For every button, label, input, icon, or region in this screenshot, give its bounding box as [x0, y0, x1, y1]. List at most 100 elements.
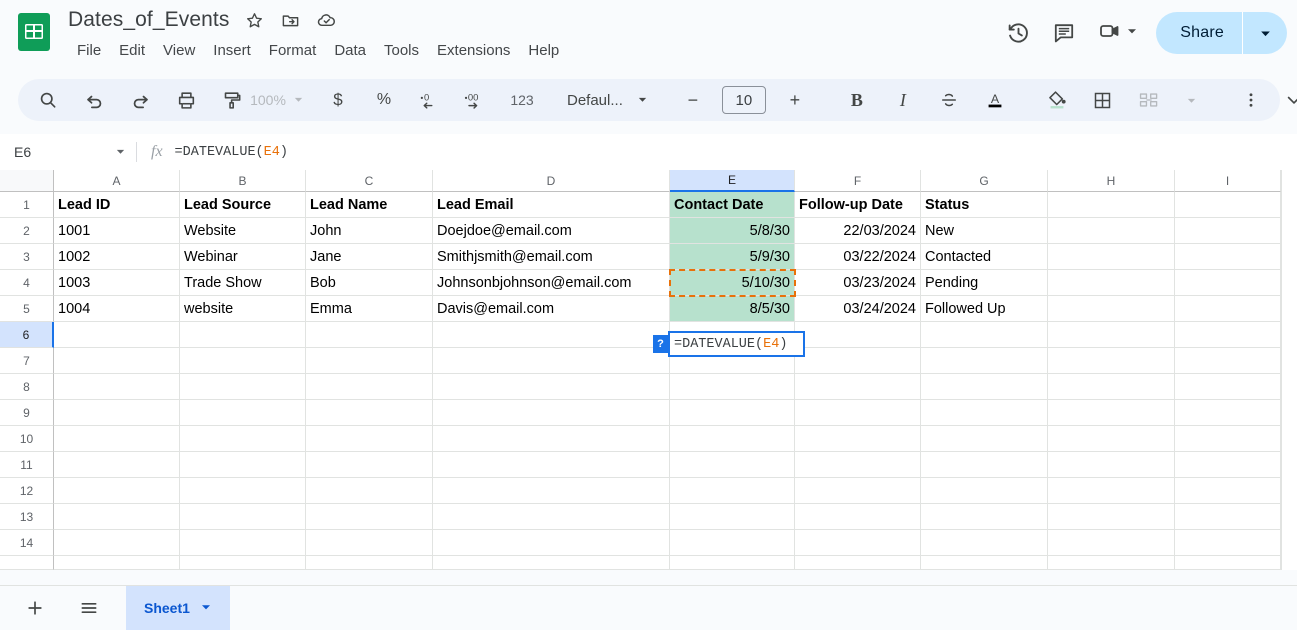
cell-f4[interactable]: 03/23/2024 — [795, 270, 921, 296]
cell-h8[interactable] — [1048, 374, 1175, 400]
menu-edit[interactable]: Edit — [110, 38, 154, 64]
cell-a8[interactable] — [54, 374, 180, 400]
cell-c1[interactable]: Lead Name — [306, 192, 433, 218]
percent-format-button[interactable]: % — [364, 85, 404, 115]
cell-c12[interactable] — [306, 478, 433, 504]
cell-d3[interactable]: Smithjsmith@email.com — [433, 244, 670, 270]
cell-i1[interactable] — [1175, 192, 1281, 218]
cell-f15[interactable] — [795, 556, 921, 570]
cell-c6[interactable] — [306, 322, 433, 348]
bold-button[interactable]: B — [837, 85, 877, 115]
cell-i10[interactable] — [1175, 426, 1281, 452]
cell-h10[interactable] — [1048, 426, 1175, 452]
cell-a2[interactable]: 1001 — [54, 218, 180, 244]
sheet-tab-sheet1[interactable]: Sheet1 — [126, 586, 230, 630]
formula-help-badge[interactable]: ? — [653, 335, 668, 353]
cell-g10[interactable] — [921, 426, 1048, 452]
cell-i8[interactable] — [1175, 374, 1281, 400]
cell-i9[interactable] — [1175, 400, 1281, 426]
cell-c15[interactable] — [306, 556, 433, 570]
menu-file[interactable]: File — [68, 38, 110, 64]
cell-e13[interactable] — [670, 504, 795, 530]
cell-d6[interactable] — [433, 322, 670, 348]
comment-icon[interactable] — [1043, 12, 1085, 54]
cell-d11[interactable] — [433, 452, 670, 478]
cell-c8[interactable] — [306, 374, 433, 400]
cell-f1[interactable]: Follow-up Date — [795, 192, 921, 218]
column-header-g[interactable]: G — [921, 170, 1048, 192]
document-title[interactable]: Dates_of_Events — [68, 6, 229, 34]
cell-a11[interactable] — [54, 452, 180, 478]
cell-i13[interactable] — [1175, 504, 1281, 530]
cell-b5[interactable]: website — [180, 296, 306, 322]
cell-editor-e6[interactable]: =DATEVALUE(E4) — [668, 331, 805, 357]
row-header-10[interactable]: 10 — [0, 426, 54, 452]
cell-a14[interactable] — [54, 530, 180, 556]
increase-decimal-icon[interactable]: 00 — [456, 85, 496, 115]
borders-icon[interactable] — [1083, 85, 1123, 115]
cell-h2[interactable] — [1048, 218, 1175, 244]
decrease-decimal-icon[interactable]: 0 — [410, 85, 450, 115]
cell-f14[interactable] — [795, 530, 921, 556]
cell-i5[interactable] — [1175, 296, 1281, 322]
cell-c5[interactable]: Emma — [306, 296, 433, 322]
chevron-down-icon[interactable] — [200, 600, 212, 616]
cell-d2[interactable]: Doejdoe@email.com — [433, 218, 670, 244]
select-all-corner[interactable] — [0, 170, 54, 192]
saved-to-drive-icon[interactable] — [315, 9, 337, 31]
cell-d15[interactable] — [433, 556, 670, 570]
cell-g6[interactable] — [921, 322, 1048, 348]
column-header-h[interactable]: H — [1048, 170, 1175, 192]
font-size-decrease-button[interactable]: − — [673, 85, 713, 115]
cell-f8[interactable] — [795, 374, 921, 400]
cell-b6[interactable] — [180, 322, 306, 348]
cell-e1[interactable]: Contact Date — [670, 192, 795, 218]
cell-i14[interactable] — [1175, 530, 1281, 556]
cell-a7[interactable] — [54, 348, 180, 374]
cell-h12[interactable] — [1048, 478, 1175, 504]
spreadsheet-grid[interactable]: A B C D E F G H I 1 2 3 4 5 6 7 8 9 10 1… — [0, 170, 1297, 570]
cell-c2[interactable]: John — [306, 218, 433, 244]
cell-i2[interactable] — [1175, 218, 1281, 244]
cell-f6[interactable] — [795, 322, 921, 348]
number-format-button[interactable]: 123 — [502, 85, 542, 115]
cell-f2[interactable]: 22/03/2024 — [795, 218, 921, 244]
cell-g15[interactable] — [921, 556, 1048, 570]
cell-c7[interactable] — [306, 348, 433, 374]
merge-cells-icon[interactable] — [1129, 85, 1169, 115]
cell-a1[interactable]: Lead ID — [54, 192, 180, 218]
cell-b7[interactable] — [180, 348, 306, 374]
cell-g14[interactable] — [921, 530, 1048, 556]
row-header-7[interactable]: 7 — [0, 348, 54, 374]
menu-tools[interactable]: Tools — [375, 38, 428, 64]
cell-g13[interactable] — [921, 504, 1048, 530]
row-header-4[interactable]: 4 — [0, 270, 54, 296]
cell-a15[interactable] — [54, 556, 180, 570]
cell-d12[interactable] — [433, 478, 670, 504]
cell-c3[interactable]: Jane — [306, 244, 433, 270]
cell-d8[interactable] — [433, 374, 670, 400]
cell-d5[interactable]: Davis@email.com — [433, 296, 670, 322]
cell-g8[interactable] — [921, 374, 1048, 400]
cell-d14[interactable] — [433, 530, 670, 556]
cell-b10[interactable] — [180, 426, 306, 452]
cell-b13[interactable] — [180, 504, 306, 530]
cell-g2[interactable]: New — [921, 218, 1048, 244]
cell-f3[interactable]: 03/22/2024 — [795, 244, 921, 270]
column-header-i[interactable]: I — [1175, 170, 1281, 192]
column-header-f[interactable]: F — [795, 170, 921, 192]
cell-f9[interactable] — [795, 400, 921, 426]
move-to-folder-icon[interactable] — [279, 9, 301, 31]
add-sheet-icon[interactable] — [16, 589, 54, 627]
star-icon[interactable] — [243, 9, 265, 31]
cell-b8[interactable] — [180, 374, 306, 400]
cell-c9[interactable] — [306, 400, 433, 426]
cell-b14[interactable] — [180, 530, 306, 556]
cell-a9[interactable] — [54, 400, 180, 426]
all-sheets-icon[interactable] — [70, 589, 108, 627]
cell-e11[interactable] — [670, 452, 795, 478]
row-header-3[interactable]: 3 — [0, 244, 54, 270]
merge-chevron-down-icon[interactable] — [1175, 85, 1209, 115]
text-color-button[interactable]: A — [975, 85, 1015, 115]
column-header-b[interactable]: B — [180, 170, 306, 192]
